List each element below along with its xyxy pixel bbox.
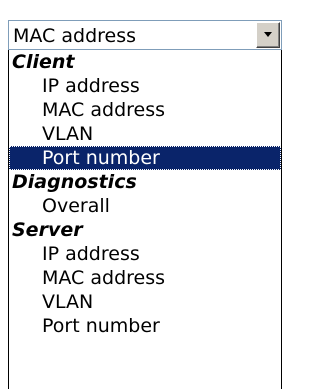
option-diagnostics-overall[interactable]: Overall xyxy=(9,194,281,218)
option-client-mac-address[interactable]: MAC address xyxy=(9,98,281,122)
optgroup-diagnostics-label: Diagnostics xyxy=(12,171,137,193)
option-server-mac-address[interactable]: MAC address xyxy=(9,266,281,290)
option-client-port-number[interactable]: Port number xyxy=(9,146,281,170)
chevron-down-icon xyxy=(264,32,272,37)
option-server-ip-address[interactable]: IP address xyxy=(9,242,281,266)
optgroup-server-label: Server xyxy=(12,219,83,241)
option-client-ip-address[interactable]: IP address xyxy=(9,74,281,98)
select-current-value: MAC address xyxy=(13,25,137,47)
option-client-vlan[interactable]: VLAN xyxy=(9,122,281,146)
dropdown-list[interactable]: Client IP address MAC address VLAN Port … xyxy=(8,50,282,389)
option-server-port-number[interactable]: Port number xyxy=(9,314,281,338)
dropdown-screen: MAC address Client IP address MAC addres… xyxy=(0,0,305,389)
optgroup-client-label: Client xyxy=(12,51,75,73)
dropdown-arrow-button[interactable] xyxy=(256,22,280,48)
option-server-vlan[interactable]: VLAN xyxy=(9,290,281,314)
group-by-select[interactable]: MAC address xyxy=(8,20,282,50)
